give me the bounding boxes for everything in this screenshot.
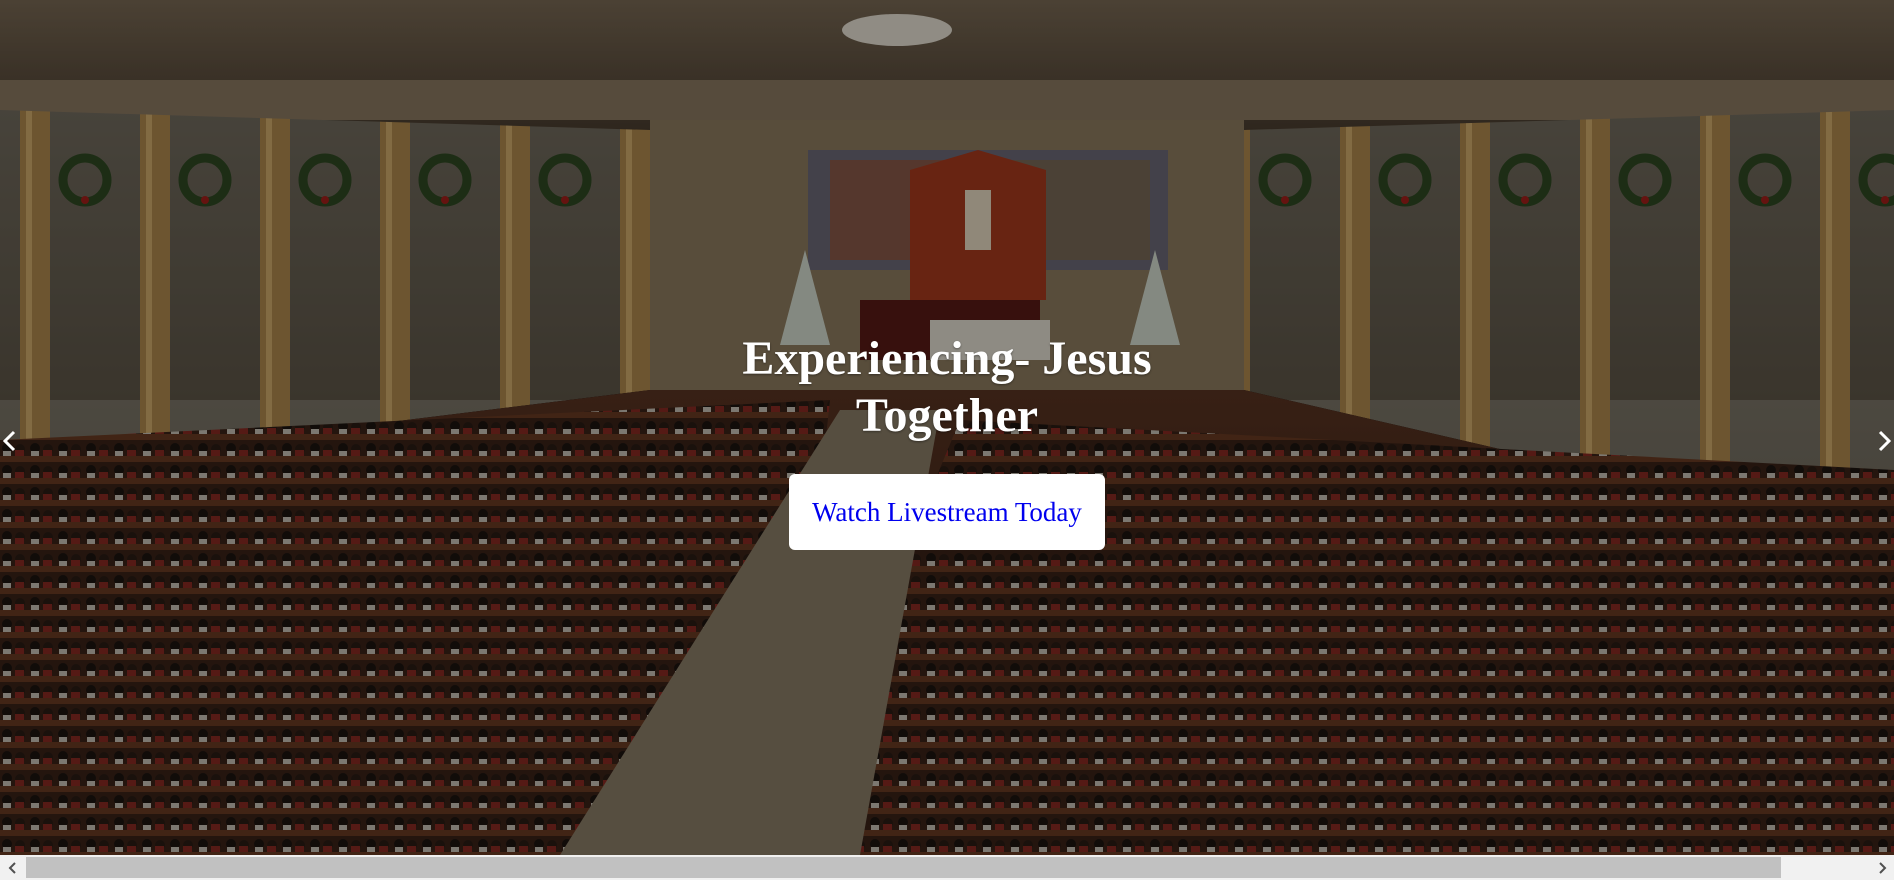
horizontal-scrollbar[interactable] (0, 855, 1894, 880)
scroll-left-button[interactable] (0, 855, 25, 880)
scroll-right-button[interactable] (1869, 855, 1894, 880)
chevron-left-icon (2, 430, 16, 452)
carousel-prev-button[interactable] (0, 426, 22, 456)
hero-carousel: Experiencing- Jesus Together Watch Lives… (0, 0, 1894, 855)
scrollbar-thumb[interactable] (26, 857, 1781, 878)
chevron-right-icon (1878, 430, 1892, 452)
chevron-right-icon (1878, 861, 1886, 874)
chevron-left-icon (8, 861, 16, 874)
watch-livestream-button[interactable]: Watch Livestream Today (789, 474, 1105, 550)
hero-title: Experiencing- Jesus Together (742, 332, 1152, 442)
carousel-next-button[interactable] (1872, 426, 1894, 456)
